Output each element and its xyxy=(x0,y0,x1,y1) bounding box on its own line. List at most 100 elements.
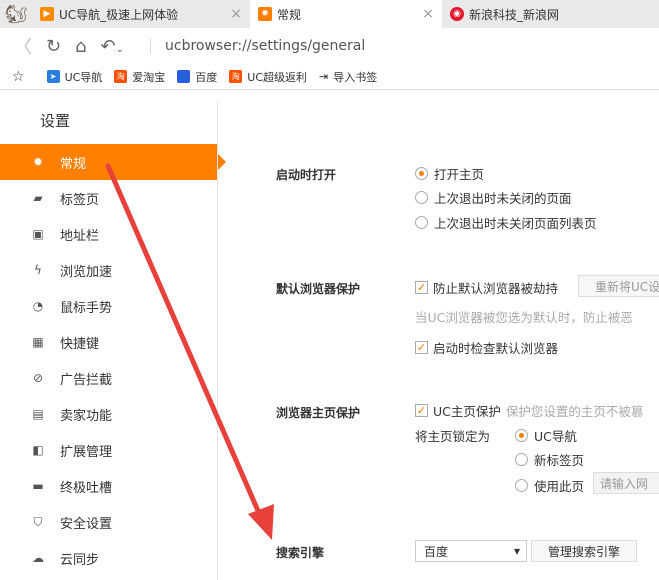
sidebar-item-label: 鼠标手势 xyxy=(60,300,113,316)
bookmark-label: 百度 xyxy=(195,70,218,84)
bookmark-label: UC超级返利 xyxy=(247,70,308,84)
lock-option-new-tab[interactable]: 新标签页 xyxy=(515,450,584,469)
close-icon[interactable]: × xyxy=(422,6,434,22)
option-label: 上次退出时未关闭的页面 xyxy=(434,191,572,206)
cloud-icon: ☁ xyxy=(32,551,44,565)
sidebar-item-addressbar[interactable]: ▣ 地址栏 xyxy=(0,216,217,252)
option-label: UC主页保护 xyxy=(433,404,501,419)
sidebar-item-label: 云同步 xyxy=(60,552,100,568)
cursor-icon: ➤ xyxy=(46,70,60,83)
bookmark-baidu[interactable]: 🐾 百度 xyxy=(177,69,217,85)
settings-sidebar: 设置 ✹ 常规 ▰ 标签页 ▣ 地址栏 ϟ 浏览加速 ◔ 鼠标手势 ▦ 快捷键 ⊘ 广告拦截 … xyxy=(0,100,226,580)
home-url-input[interactable]: 请输入网 xyxy=(593,472,659,494)
check-default-checkbox[interactable]: ✓ 启动时检查默认浏览器 xyxy=(415,338,558,357)
sidebar-item-label: 扩展管理 xyxy=(60,444,113,460)
sidebar-item-label: 浏览加速 xyxy=(60,264,113,280)
lock-home-label: 将主页锁定为 xyxy=(415,429,491,444)
sidebar-item-label: 快捷键 xyxy=(60,336,100,352)
checkbox-checked[interactable]: ✓ xyxy=(415,404,428,417)
radio[interactable] xyxy=(415,191,428,204)
home-icon[interactable]: ⌂ xyxy=(75,36,86,57)
sidebar-item-label: 卖家功能 xyxy=(60,408,113,424)
manage-search-button[interactable]: 管理搜索引擎 xyxy=(531,540,638,562)
back-icon[interactable]: 〈 xyxy=(14,33,32,59)
bookmark-label: 爱淘宝 xyxy=(132,70,166,84)
shop-icon: ▤ xyxy=(32,407,44,421)
shield-icon: ⛉ xyxy=(33,514,43,529)
lock-option-uc-nav[interactable]: UC导航 xyxy=(515,426,577,445)
star-icon[interactable]: ☆ xyxy=(12,69,25,85)
sidebar-item-label: 标签页 xyxy=(60,192,100,208)
sidebar-item-label: 常规 xyxy=(60,156,87,172)
lightning-icon: ϟ xyxy=(34,263,42,277)
sidebar-item-speedup[interactable]: ϟ 浏览加速 xyxy=(0,252,217,288)
undo-icon[interactable]: ↶⌄ xyxy=(101,36,124,57)
radio[interactable] xyxy=(515,453,528,466)
bookmark-aitaobao[interactable]: 淘爱淘宝 xyxy=(114,69,165,85)
startup-label: 启动时打开 xyxy=(276,168,337,182)
home-protect-label: 浏览器主页保护 xyxy=(276,406,361,420)
sidebar-item-tabs[interactable]: ▰ 标签页 xyxy=(0,180,217,216)
sidebar-item-sync[interactable]: ☁ 云同步 xyxy=(0,540,217,576)
chat-icon: ▬ xyxy=(32,479,44,493)
startup-option-list[interactable]: 上次退出时未关闭页面列表页 xyxy=(415,213,597,232)
sidebar-item-shortcuts[interactable]: ▦ 快捷键 xyxy=(0,324,217,360)
block-icon: ⊘ xyxy=(32,371,44,385)
taobao-icon: 淘 xyxy=(114,70,128,83)
radio-checked[interactable] xyxy=(515,429,528,442)
sidebar-item-security[interactable]: ⛉ 安全设置 xyxy=(0,504,217,540)
reset-default-button[interactable]: 重新将UC设 xyxy=(578,275,659,297)
mouse-gesture-icon: ◔ xyxy=(32,299,44,313)
search-engine-select[interactable]: 百度 xyxy=(415,540,527,562)
settings-content: 启动时打开 打开主页 上次退出时未关闭的页面 上次退出时未关闭页面列表页 默认浏… xyxy=(219,100,659,580)
sidebar-item-feedback[interactable]: ▬ 终极吐槽 xyxy=(0,468,217,504)
option-label: 防止默认浏览器被劫持 xyxy=(433,281,559,296)
uc-home-protect-checkbox[interactable]: ✓ UC主页保护 保护您设置的主页不被篡 xyxy=(415,401,643,420)
sidebar-item-label: 安全设置 xyxy=(60,516,113,532)
sidebar-item-general[interactable]: ✹ 常规 xyxy=(0,144,226,180)
import-bookmarks[interactable]: ⇥ 导入书签 xyxy=(319,69,377,85)
address-bar[interactable]: ucbrowser://settings/general xyxy=(150,38,365,54)
sidebar-item-label: 广告拦截 xyxy=(60,372,113,388)
lock-option-custom[interactable]: 使用此页 xyxy=(515,476,584,495)
tab-label: 新浪科技_新浪网 xyxy=(469,7,560,22)
uc-logo-icon: 🐿 xyxy=(4,3,28,25)
tab-icon: ▰ xyxy=(33,191,43,205)
baidu-paw-icon: 🐾 xyxy=(177,70,191,83)
radio-checked[interactable] xyxy=(415,167,428,180)
default-protect-label: 默认浏览器保护 xyxy=(276,282,361,296)
sidebar-item-adblock[interactable]: ⊘ 广告拦截 xyxy=(0,360,217,396)
startup-option-home[interactable]: 打开主页 xyxy=(415,164,484,183)
option-label: UC导航 xyxy=(534,429,577,444)
reload-icon[interactable]: ↻ xyxy=(46,36,61,57)
toolbar: 〈 ↻ ⌂ ↶⌄ ucbrowser://settings/general xyxy=(0,28,659,64)
home-protect-hint: 保护您设置的主页不被篡 xyxy=(505,404,644,419)
bookmark-uc-rebate[interactable]: 淘 UC超级返利 xyxy=(229,69,307,85)
keyboard-icon: ▦ xyxy=(32,335,44,349)
sidebar-item-seller[interactable]: ▤ 卖家功能 xyxy=(0,396,217,432)
sidebar-title: 设置 xyxy=(40,112,71,130)
bookmark-label: 导入书签 xyxy=(333,70,378,84)
option-label: 上次退出时未关闭页面列表页 xyxy=(434,216,597,231)
checkbox-checked[interactable]: ✓ xyxy=(415,341,428,354)
uc-nav-icon: ▶ xyxy=(40,7,54,21)
sidebar-item-extensions[interactable]: ◧ 扩展管理 xyxy=(0,432,217,468)
bookmark-bar: ☆ ➤ UC导航 淘爱淘宝 🐾 百度 淘 UC超级返利 ⇥ 导入书签 xyxy=(0,64,659,90)
startup-option-last-pages[interactable]: 上次退出时未关闭的页面 xyxy=(415,188,572,207)
tab-sina[interactable]: ◉ 新浪科技_新浪网 xyxy=(442,0,622,28)
search-engine-label: 搜索引擎 xyxy=(276,546,325,560)
tab-label: UC导航_极速上网体验 xyxy=(59,7,179,22)
taobao-icon: 淘 xyxy=(229,70,243,83)
bookmark-label: UC导航 xyxy=(64,70,103,84)
checkbox-checked[interactable]: ✓ xyxy=(415,281,428,294)
sidebar-item-gestures[interactable]: ◔ 鼠标手势 xyxy=(0,288,217,324)
radio[interactable] xyxy=(415,216,428,229)
prevent-hijack-checkbox[interactable]: ✓ 防止默认浏览器被劫持 xyxy=(415,278,558,297)
gear-icon: ✹ xyxy=(32,155,44,169)
bookmark-uc-nav[interactable]: ➤ UC导航 xyxy=(46,69,103,85)
option-label: 打开主页 xyxy=(434,167,485,182)
radio[interactable] xyxy=(515,479,528,492)
tab-uc-nav[interactable]: ▶ UC导航_极速上网体验 × xyxy=(32,0,250,28)
close-icon[interactable]: × xyxy=(230,6,242,22)
tab-settings[interactable]: ✹ 常规 × xyxy=(250,0,442,28)
